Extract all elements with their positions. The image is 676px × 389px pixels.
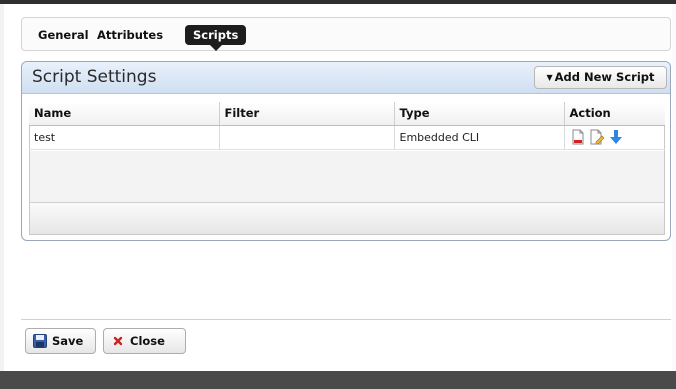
add-new-script-label: Add New Script: [554, 70, 655, 84]
tab-bar: General Attributes Scripts: [21, 17, 671, 51]
tab-attributes[interactable]: Attributes: [91, 25, 169, 45]
window-bottom-border: [0, 371, 676, 389]
tab-scripts[interactable]: Scripts: [185, 25, 247, 51]
active-tab-pointer: [209, 45, 222, 51]
tab-general[interactable]: General: [32, 25, 95, 45]
dropdown-triangle-icon: ▼: [546, 73, 553, 82]
footer-divider: [21, 319, 671, 320]
download-arrow-icon[interactable]: [608, 129, 624, 145]
panel-title: Script Settings: [32, 67, 157, 87]
cell-filter: [219, 125, 395, 150]
cell-name: test: [29, 125, 220, 150]
scripts-table: Name Filter Type Action test Embedded CL…: [29, 102, 665, 150]
close-button[interactable]: Close: [103, 328, 186, 354]
column-header-action[interactable]: Action: [564, 102, 665, 126]
close-label: Close: [130, 334, 165, 348]
table-header-row: Name Filter Type Action: [29, 102, 665, 126]
script-settings-panel: Script Settings ▼ Add New Script Name Fil…: [21, 61, 671, 241]
edit-document-icon[interactable]: [589, 129, 605, 145]
tab-scripts-label: Scripts: [193, 28, 239, 42]
table-row[interactable]: test Embedded CLI: [29, 125, 665, 150]
window-top-border: [0, 0, 676, 4]
window-left-edge: [0, 4, 4, 371]
delete-document-icon[interactable]: [570, 129, 586, 145]
floppy-disk-icon: [33, 334, 47, 348]
save-button[interactable]: Save: [25, 328, 96, 354]
window-right-edge: [672, 4, 676, 371]
grid-empty-area: [30, 151, 664, 202]
column-header-name[interactable]: Name: [29, 102, 220, 126]
cell-action: [564, 125, 665, 150]
add-new-script-button[interactable]: ▼ Add New Script: [534, 66, 667, 89]
panel-header: Script Settings ▼ Add New Script: [22, 62, 670, 94]
column-header-type[interactable]: Type: [394, 102, 565, 126]
grid-footer: [30, 202, 664, 234]
cell-type: Embedded CLI: [394, 125, 565, 150]
save-label: Save: [52, 334, 84, 348]
column-header-filter[interactable]: Filter: [219, 102, 395, 126]
close-x-icon: [113, 336, 123, 346]
